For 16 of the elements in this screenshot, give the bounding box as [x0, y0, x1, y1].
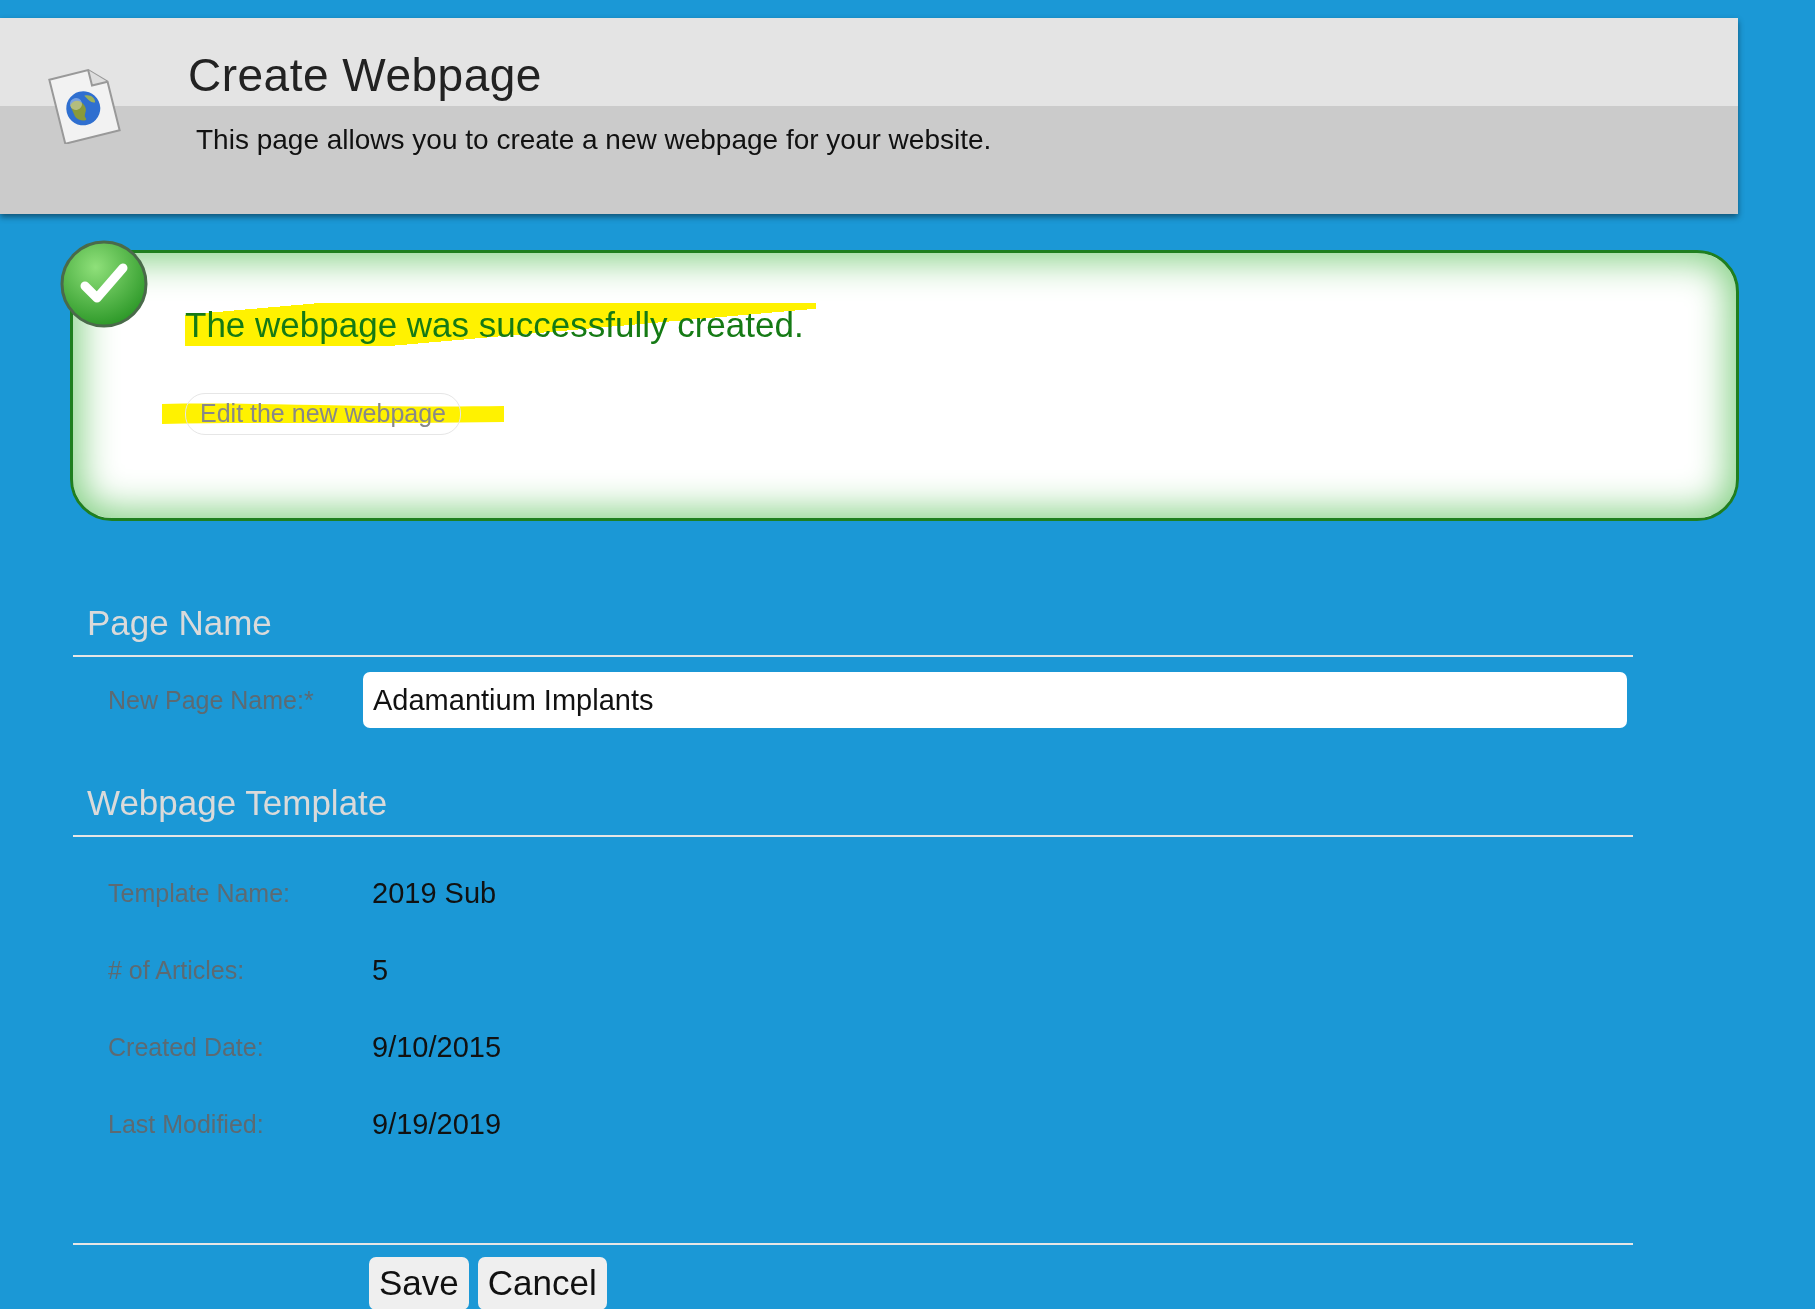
field-value: 2019 Sub	[371, 877, 497, 910]
field-value: 9/19/2019	[371, 1108, 501, 1141]
field-label: Template Name:	[107, 879, 292, 908]
save-button[interactable]: Save	[369, 1257, 469, 1309]
field-value: 9/10/2015	[371, 1031, 501, 1064]
field-label: Last Modified:	[107, 1110, 265, 1139]
field-label: New Page Name:*	[107, 685, 315, 715]
page-name-field[interactable]: Adamantium Implants	[363, 672, 1627, 728]
field-label: Created Date:	[107, 1033, 265, 1062]
cancel-button[interactable]: Cancel	[477, 1257, 607, 1309]
section-heading: Page Name	[86, 603, 273, 644]
page-title: Create Webpage	[188, 48, 543, 102]
section-heading: Webpage Template	[86, 783, 389, 824]
page-description: This page allows you to create a new webpage for your website.	[196, 124, 992, 156]
field-value: 5	[371, 954, 389, 987]
field-label: # of Articles:	[107, 956, 246, 985]
